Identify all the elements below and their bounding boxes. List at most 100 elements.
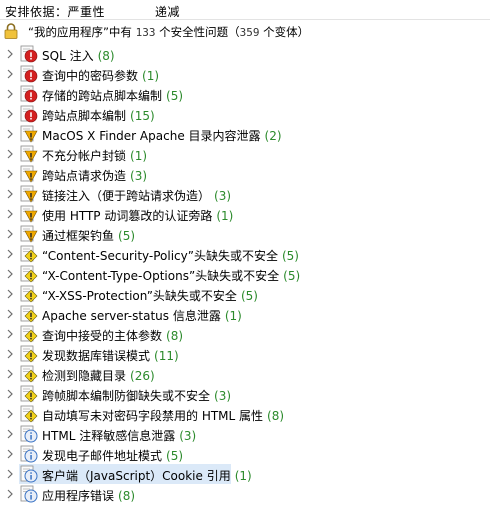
- chevron-right-icon[interactable]: [6, 269, 14, 279]
- chevron-right-icon[interactable]: [6, 129, 14, 139]
- chevron-right-icon[interactable]: [6, 289, 14, 299]
- chevron-right-icon[interactable]: [6, 309, 14, 319]
- issue-label: 应用程序错误 (8): [42, 487, 135, 504]
- issue-title: 查询中的密码参数: [42, 69, 139, 83]
- issue-title: 链接注入（便于跨站请求伪造）: [42, 189, 211, 203]
- issue-label: 存储的跨站点脚本编制 (5): [42, 87, 183, 104]
- issue-title: SQL 注入: [42, 49, 94, 63]
- issue-row[interactable]: 存储的跨站点脚本编制 (5): [0, 84, 490, 104]
- issue-label: “X-XSS-Protection”头缺失或不安全 (5): [42, 287, 258, 304]
- chevron-right-icon[interactable]: [6, 109, 14, 119]
- issue-label: 跨站点请求伪造 (3): [42, 167, 147, 184]
- issue-row[interactable]: 跨站点脚本编制 (15): [0, 104, 490, 124]
- issue-title: 通过框架钓鱼: [42, 229, 115, 243]
- issue-row[interactable]: HTML 注释敏感信息泄露 (3): [0, 424, 490, 444]
- issue-tree: SQL 注入 (8) 查询中的密码参数 (1) 存储的跨站点脚本编制 (5) 跨站点脚本编制…: [0, 44, 490, 504]
- low-severity-icon: [20, 345, 38, 363]
- issue-row[interactable]: “X-Content-Type-Options”头缺失或不安全 (5): [0, 264, 490, 284]
- low-severity-icon: [20, 365, 38, 383]
- issue-row[interactable]: “Content-Security-Policy”头缺失或不安全 (5): [0, 244, 490, 264]
- chevron-right-icon[interactable]: [6, 209, 14, 219]
- chevron-right-icon[interactable]: [6, 449, 14, 459]
- chevron-right-icon[interactable]: [6, 69, 14, 79]
- issue-row[interactable]: 客户端（JavaScript）Cookie 引用 (1): [0, 464, 490, 484]
- issue-label: 跨站点脚本编制 (15): [42, 107, 155, 124]
- issue-count: (5): [166, 449, 184, 463]
- issue-title: 存储的跨站点脚本编制: [42, 89, 163, 103]
- chevron-right-icon[interactable]: [6, 409, 14, 419]
- issue-label: HTML 注释敏感信息泄露 (3): [42, 427, 196, 444]
- chevron-right-icon[interactable]: [6, 89, 14, 99]
- issue-row[interactable]: 使用 HTTP 动词篡改的认证旁路 (1): [0, 204, 490, 224]
- summary-prefix: “我的应用程序”中有: [28, 25, 132, 39]
- issue-row[interactable]: SQL 注入 (8): [0, 44, 490, 64]
- chevron-right-icon[interactable]: [6, 389, 14, 399]
- issue-count: (8): [166, 329, 184, 343]
- issue-row[interactable]: 查询中的密码参数 (1): [0, 64, 490, 84]
- issue-label: 自动填写未对密码字段禁用的 HTML 属性 (8): [42, 407, 284, 424]
- issue-title: “X-Content-Type-Options”头缺失或不安全: [42, 269, 280, 283]
- issue-row[interactable]: 应用程序错误 (8): [0, 484, 490, 504]
- sort-value[interactable]: 递减: [155, 3, 180, 20]
- medium-severity-icon: [20, 125, 38, 143]
- issue-row[interactable]: 发现电子邮件地址模式 (5): [0, 444, 490, 464]
- issue-title: 自动填写未对密码字段禁用的 HTML 属性: [42, 409, 264, 423]
- chevron-right-icon[interactable]: [6, 469, 14, 479]
- issue-count: (8): [267, 409, 285, 423]
- chevron-right-icon[interactable]: [6, 349, 14, 359]
- issue-row[interactable]: MacOS X Finder Apache 目录内容泄露 (2): [0, 124, 490, 144]
- variant-count: 359: [239, 26, 260, 39]
- chevron-right-icon[interactable]: [6, 229, 14, 239]
- chevron-right-icon[interactable]: [6, 329, 14, 339]
- issue-row[interactable]: Apache server-status 信息泄露 (1): [0, 304, 490, 324]
- issue-label: 跨帧脚本编制防御缺失或不安全 (3): [42, 387, 231, 404]
- info-severity-icon: [20, 465, 38, 483]
- issue-label: 查询中的密码参数 (1): [42, 67, 159, 84]
- issue-title: 查询中接受的主体参数: [42, 329, 163, 343]
- chevron-right-icon[interactable]: [6, 189, 14, 199]
- sort-header: 安排依据：严重性 递减: [0, 0, 490, 20]
- issue-row[interactable]: 通过框架钓鱼 (5): [0, 224, 490, 244]
- issue-count: (5): [118, 229, 136, 243]
- chevron-right-icon[interactable]: [6, 249, 14, 259]
- issue-title: “Content-Security-Policy”头缺失或不安全: [42, 249, 278, 263]
- issue-row[interactable]: 检测到隐藏目录 (26): [0, 364, 490, 384]
- chevron-right-icon[interactable]: [6, 489, 14, 499]
- issue-count: (8): [118, 489, 136, 503]
- chevron-right-icon[interactable]: [6, 369, 14, 379]
- issue-title: 跨站点请求伪造: [42, 169, 127, 183]
- info-severity-icon: [20, 445, 38, 463]
- issue-count: (5): [166, 89, 184, 103]
- chevron-right-icon[interactable]: [6, 49, 14, 59]
- low-severity-icon: [20, 285, 38, 303]
- issue-label: 发现电子邮件地址模式 (5): [42, 447, 183, 464]
- issue-count: (1): [130, 149, 148, 163]
- issue-label: 通过框架钓鱼 (5): [42, 227, 135, 244]
- issue-row[interactable]: 自动填写未对密码字段禁用的 HTML 属性 (8): [0, 404, 490, 424]
- issue-label: 发现数据库错误模式 (11): [42, 347, 179, 364]
- issue-row[interactable]: 发现数据库错误模式 (11): [0, 344, 490, 364]
- issue-title: Apache server-status 信息泄露: [42, 309, 221, 323]
- issue-label: 查询中接受的主体参数 (8): [42, 327, 183, 344]
- issue-count: (5): [283, 269, 301, 283]
- issue-count: (5): [240, 289, 258, 303]
- issue-row[interactable]: 跨帧脚本编制防御缺失或不安全 (3): [0, 384, 490, 404]
- issue-row[interactable]: 查询中接受的主体参数 (8): [0, 324, 490, 344]
- issue-row[interactable]: 不充分帐户封锁 (1): [0, 144, 490, 164]
- issue-count: (3): [214, 189, 232, 203]
- issue-count: (2): [264, 129, 282, 143]
- issue-label: 客户端（JavaScript）Cookie 引用 (1): [42, 467, 252, 484]
- issue-row[interactable]: “X-XSS-Protection”头缺失或不安全 (5): [0, 284, 490, 304]
- lock-icon: [4, 23, 18, 39]
- issue-row[interactable]: 跨站点请求伪造 (3): [0, 164, 490, 184]
- chevron-right-icon[interactable]: [6, 429, 14, 439]
- issue-label: SQL 注入 (8): [42, 47, 115, 64]
- summary-row: “我的应用程序”中有 133 个安全性问题（359 个变体）: [0, 20, 490, 42]
- chevron-right-icon[interactable]: [6, 169, 14, 179]
- issue-count: (8): [97, 49, 115, 63]
- low-severity-icon: [20, 385, 38, 403]
- chevron-right-icon[interactable]: [6, 149, 14, 159]
- issue-row[interactable]: 链接注入（便于跨站请求伪造） (3): [0, 184, 490, 204]
- issue-title: 检测到隐藏目录: [42, 369, 127, 383]
- issue-label: 检测到隐藏目录 (26): [42, 367, 155, 384]
